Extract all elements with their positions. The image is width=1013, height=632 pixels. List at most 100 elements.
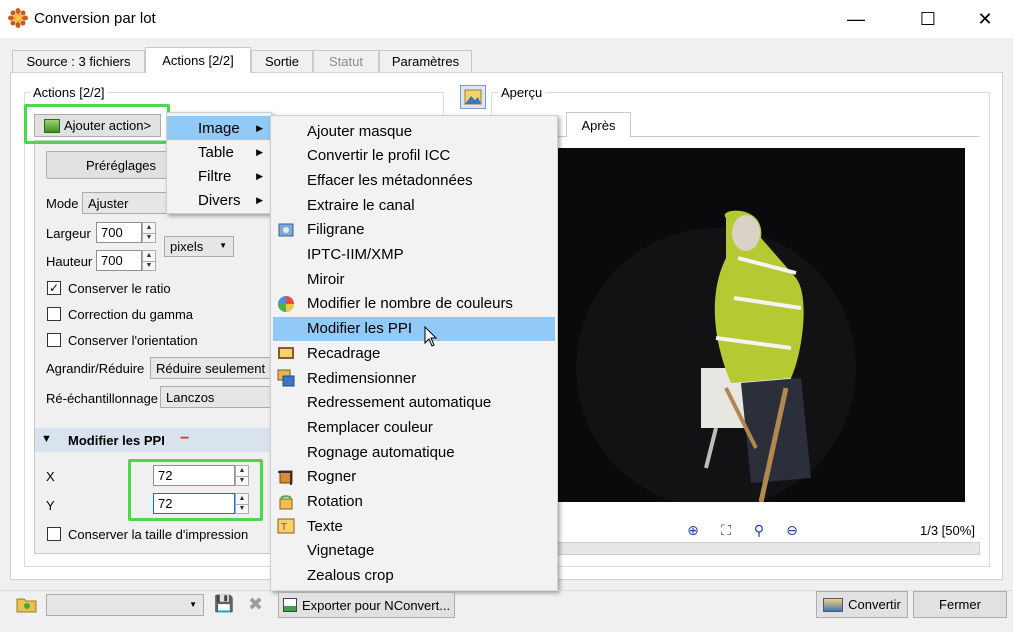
image-menu-item[interactable]: IPTC-IIM/XMP xyxy=(273,243,555,267)
resample-label: Ré-échantillonnage xyxy=(46,391,159,406)
menu-item-table[interactable]: Table ▶ xyxy=(167,140,271,164)
width-stepper[interactable]: ▲ ▼ xyxy=(142,222,156,243)
image-menu-item[interactable]: Remplacer couleur xyxy=(273,415,555,439)
preview-scrollbar[interactable] xyxy=(505,542,980,555)
save-icon[interactable]: 💾 xyxy=(214,594,234,614)
mode-select[interactable]: Ajuster xyxy=(82,192,168,214)
zoom-icon[interactable]: ⚲ xyxy=(750,521,768,539)
keep-ratio-label: Conserver le ratio xyxy=(68,281,171,296)
colors-icon xyxy=(277,295,295,313)
tab-status: Statut xyxy=(313,50,379,72)
gamma-checkbox[interactable] xyxy=(47,307,61,321)
image-menu-item[interactable]: Convertir le profil ICC xyxy=(273,144,555,168)
preview-photo xyxy=(556,148,965,502)
text-icon: T xyxy=(277,517,295,535)
image-menu-item[interactable]: Modifier le nombre de couleurs xyxy=(273,292,555,316)
minimize-button[interactable]: — xyxy=(833,0,879,38)
preview-page-info: 1/3 [50%] xyxy=(920,523,975,538)
preset-file-select[interactable]: ▼ xyxy=(46,594,204,616)
chevron-right-icon: ▶ xyxy=(256,170,263,181)
image-menu-item[interactable]: Vignetage xyxy=(273,539,555,563)
image-menu-item[interactable]: Redimensionner xyxy=(273,366,555,390)
add-action-icon xyxy=(43,118,60,133)
keep-print-size-checkbox[interactable] xyxy=(47,527,61,541)
category-menu: Image ▶ Table ▶ Filtre ▶ Divers ▶ xyxy=(166,112,272,214)
image-menu-item[interactable]: Zealous crop xyxy=(273,564,555,588)
mode-label: Mode xyxy=(46,196,79,211)
orientation-checkbox[interactable] xyxy=(47,333,61,347)
open-folder-icon[interactable] xyxy=(16,594,38,614)
width-label: Largeur xyxy=(46,226,91,241)
image-menu-item-label: Recadrage xyxy=(307,344,381,362)
remove-action-icon[interactable]: − xyxy=(180,430,189,448)
image-menu-item[interactable]: Filigrane xyxy=(273,218,555,242)
crop-icon xyxy=(277,468,295,486)
resample-select[interactable]: Lanczos xyxy=(160,386,272,408)
height-label: Hauteur xyxy=(46,254,93,269)
image-menu-item-label: Rogner xyxy=(307,468,357,486)
image-menu-item-label: Miroir xyxy=(307,270,345,288)
y-label: Y xyxy=(46,498,55,513)
close-dialog-button[interactable]: Fermer xyxy=(913,591,1007,618)
collapse-arrow-icon[interactable]: ▼ xyxy=(41,433,52,445)
image-menu-item[interactable]: T Texte xyxy=(273,514,555,538)
image-menu-item[interactable]: Miroir xyxy=(273,267,555,291)
image-menu-item[interactable]: Effacer les métadonnées xyxy=(273,168,555,192)
image-menu-item-label: Rognage automatique xyxy=(307,443,455,461)
image-menu-item[interactable]: Recadrage xyxy=(273,341,555,365)
image-menu-item[interactable]: Modifier les PPI xyxy=(273,316,555,341)
chevron-down-icon: ▼ xyxy=(189,600,197,609)
tab-output[interactable]: Sortie xyxy=(251,50,313,72)
delete-icon[interactable]: ✖ xyxy=(248,594,268,614)
zoom-in-icon[interactable]: ⊕ xyxy=(684,521,702,539)
ppi-x-stepper[interactable]: ▲ ▼ xyxy=(235,465,249,486)
menu-item-filter[interactable]: Filtre ▶ xyxy=(167,164,271,188)
image-menu-item[interactable]: Rognage automatique xyxy=(273,440,555,464)
add-action-button[interactable]: Ajouter action> xyxy=(34,114,161,137)
enlarge-reduce-select[interactable]: Réduire seulement xyxy=(150,357,272,379)
convert-button[interactable]: Convertir xyxy=(816,591,908,618)
ppi-y-stepper[interactable]: ▲ ▼ xyxy=(235,493,249,514)
fit-window-icon[interactable]: ⛶ xyxy=(717,521,735,539)
ppi-x-input[interactable]: 72 xyxy=(153,465,235,486)
chevron-right-icon: ▶ xyxy=(256,146,263,157)
tab-actions[interactable]: Actions [2/2] xyxy=(145,47,251,73)
image-menu-item[interactable]: Rotation xyxy=(273,490,555,514)
image-menu-item-label: Zealous crop xyxy=(307,567,394,585)
tab-after[interactable]: Après xyxy=(566,112,631,137)
svg-text:T: T xyxy=(281,522,287,533)
image-menu-item-label: Extraire le canal xyxy=(307,196,415,214)
height-stepper[interactable]: ▲ ▼ xyxy=(142,250,156,271)
toggle-preview-button[interactable] xyxy=(460,85,486,109)
image-menu-item-label: Effacer les métadonnées xyxy=(307,171,473,189)
image-menu-item-label: IPTC-IIM/XMP xyxy=(307,246,404,263)
close-button[interactable]: ✕ xyxy=(962,0,1008,38)
convert-icon xyxy=(823,597,844,612)
add-action-label: Ajouter action> xyxy=(63,118,152,133)
export-nconvert-button[interactable]: Exporter pour NConvert... xyxy=(278,592,455,618)
image-menu-item[interactable]: Rogner xyxy=(273,465,555,489)
ppi-y-input[interactable]: 72 xyxy=(153,493,235,514)
tab-settings[interactable]: Paramètres xyxy=(379,50,472,72)
image-menu-item[interactable]: Redressement automatique xyxy=(273,391,555,415)
keep-ratio-checkbox[interactable]: ✓ xyxy=(47,281,61,295)
zoom-out-icon[interactable]: ⊖ xyxy=(783,521,801,539)
image-menu-item[interactable]: Ajouter masque xyxy=(273,119,555,143)
enlarge-reduce-label: Agrandir/Réduire xyxy=(46,361,145,376)
image-menu-item[interactable]: Extraire le canal xyxy=(273,193,555,217)
maximize-button[interactable]: ☐ xyxy=(905,0,951,38)
height-input[interactable]: 700 xyxy=(96,250,142,271)
preview-image-icon xyxy=(464,89,482,105)
mouse-cursor-icon xyxy=(424,326,438,347)
image-menu-item-label: Rotation xyxy=(307,493,363,510)
export-nconvert-label: Exporter pour NConvert... xyxy=(301,597,451,613)
unit-select[interactable]: pixels ▼ xyxy=(164,236,234,257)
menu-item-image[interactable]: Image ▶ xyxy=(167,116,271,140)
image-menu-item-label: Convertir le profil ICC xyxy=(307,147,451,165)
tab-source[interactable]: Source : 3 fichiers xyxy=(12,50,145,72)
keep-print-size-label: Conserver la taille d'impression xyxy=(68,527,249,542)
canvas-icon xyxy=(277,344,295,362)
app-logo-icon xyxy=(8,8,28,28)
width-input[interactable]: 700 xyxy=(96,222,142,243)
menu-item-misc[interactable]: Divers ▶ xyxy=(167,188,271,212)
